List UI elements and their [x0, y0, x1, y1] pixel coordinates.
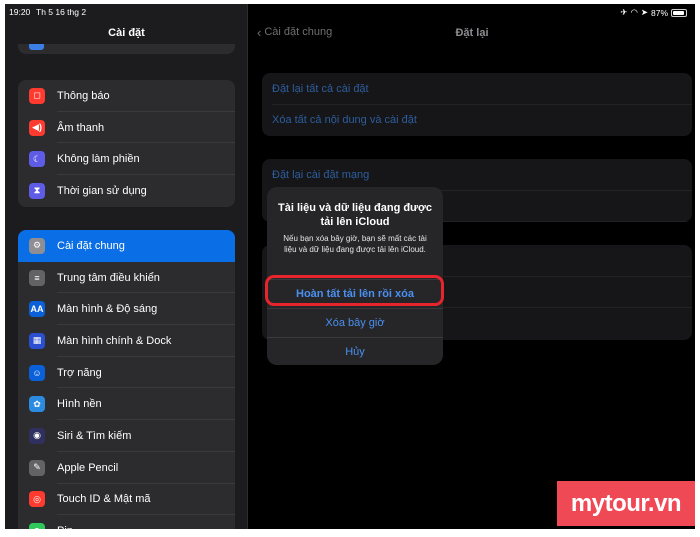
erase-now-button[interactable]: Xóa bây giờ [267, 308, 443, 336]
reset-all-settings[interactable]: Đặt lại tất cả cài đặt [262, 73, 692, 105]
sidebar-item[interactable]: ◎ Touch ID & Mật mã [18, 484, 235, 516]
erase-all-content[interactable]: Xóa tất cả nội dung và cài đặt [262, 105, 692, 137]
wallpaper-icon: ✿ [29, 396, 45, 413]
page-title: Đặt lại [455, 27, 489, 39]
sidebar-item-label: Pin [57, 525, 73, 529]
sidebar-item-label: Màn hình chính & Dock [57, 334, 172, 347]
battery-icon [671, 8, 687, 17]
notifications-icon: ◻ [29, 87, 45, 104]
reset-group-1: Đặt lại tất cả cài đặt Xóa tất cả nội du… [262, 73, 692, 136]
moon-icon: ☾ [29, 151, 45, 168]
erase-all-content-label: Xóa tất cả nội dung và cài đặt [272, 114, 417, 127]
speaker-icon: ◀) [29, 119, 45, 136]
sidebar-item-label: Không làm phiền [57, 153, 140, 166]
status-bar: 19:20 Th 5 16 thg 2 ✈ ◠ ➤ 87% [5, 4, 695, 20]
sidebar-item[interactable]: ✿ Hình nền [18, 388, 235, 421]
sidebar-item[interactable]: ⚙ Cài đặt chung [18, 230, 235, 262]
gear-icon: ⚙ [29, 237, 45, 254]
reset-network-settings[interactable]: Đặt lại cài đặt mạng [262, 159, 692, 191]
sidebar-item[interactable]: ✎ Apple Pencil [18, 452, 235, 484]
sidebar-item-label: Màn hình & Độ sáng [57, 303, 158, 316]
display-icon: AA [29, 301, 45, 318]
sidebar-item[interactable]: ≡ Trung tâm điều khiển [18, 262, 235, 294]
sidebar-item[interactable]: ◀) Âm thanh [18, 112, 235, 144]
sidebar-item-label: Trợ năng [57, 366, 102, 379]
partial-icon [29, 44, 44, 50]
ipad-screen: Cài đặt ◻ Thông báo ◀) Âm thanh ☾ Không làm p… [5, 4, 695, 529]
fingerprint-icon: ◎ [29, 491, 45, 508]
alert-message: Nếu bạn xóa bây giờ, bạn sẽ mất các tài … [283, 234, 427, 254]
status-right: ✈ ◠ ➤ 87% [620, 7, 687, 18]
siri-icon: ◉ [29, 427, 45, 444]
sidebar-item[interactable]: ☾ Không làm phiền [18, 143, 235, 176]
status-time: 19:20 [9, 7, 31, 17]
reset-all-settings-label: Đặt lại tất cả cài đặt [272, 82, 369, 95]
sidebar-item-label: Thông báo [57, 89, 110, 102]
sidebar-item-label: Trung tâm điều khiển [57, 271, 160, 284]
settings-sidebar: Cài đặt ◻ Thông báo ◀) Âm thanh ☾ Không làm p… [5, 4, 248, 529]
sidebar-item[interactable]: AA Màn hình & Độ sáng [18, 293, 235, 326]
sidebar-item-label: Âm thanh [57, 121, 105, 134]
sidebar-group-partial [18, 44, 235, 54]
sidebar-item[interactable]: ◻ Thông báo [18, 80, 235, 112]
sidebar-item-label: Hình nền [57, 398, 102, 411]
hourglass-icon: ⧗ [29, 182, 45, 199]
sidebar-group-notifications: ◻ Thông báo ◀) Âm thanh ☾ Không làm phiền ⧗ Thờ… [18, 80, 235, 207]
sidebar-item-label: Touch ID & Mật mã [57, 493, 151, 506]
sidebar-item-label: Cài đặt chung [57, 239, 125, 252]
toggles-icon: ≡ [29, 269, 45, 286]
sidebar-item-label: Apple Pencil [57, 461, 119, 474]
sidebar-item-label: Siri & Tìm kiếm [57, 429, 132, 442]
battery-icon: ▮ [29, 523, 45, 529]
sidebar-group-general: ⚙ Cài đặt chung ≡ Trung tâm điều khiển AA Màn… [18, 230, 235, 529]
reset-network-label: Đặt lại cài đặt mạng [272, 168, 370, 181]
pencil-icon: ✎ [29, 459, 45, 476]
highlight-box [265, 275, 444, 306]
status-date: Th 5 16 thg 2 [36, 7, 87, 17]
home-grid-icon: ▦ [29, 332, 45, 349]
sidebar-item[interactable]: ▦ Màn hình chính & Dock [18, 325, 235, 357]
sidebar-item[interactable]: ▮ Pin [18, 515, 235, 529]
sidebar-title: Cài đặt [108, 27, 145, 39]
sidebar-item[interactable]: ◉ Siri & Tìm kiếm [18, 420, 235, 452]
accessibility-icon: ☺ [29, 364, 45, 381]
wifi-icon: ◠ [630, 7, 638, 17]
location-icon: ➤ [640, 7, 648, 17]
battery-percent: 87% [650, 7, 668, 18]
sidebar-item[interactable]: ⧗ Thời gian sử dụng [18, 175, 235, 207]
watermark-logo: mytour.vn [557, 481, 695, 526]
sidebar-item[interactable]: ☺ Trợ năng [18, 357, 235, 389]
alert-title: Tài liệu và dữ liệu đang được tải lên iC… [278, 202, 432, 228]
cancel-button[interactable]: Hủy [267, 337, 443, 365]
airplane-icon: ✈ [620, 7, 628, 17]
sidebar-item-label: Thời gian sử dụng [57, 184, 147, 197]
